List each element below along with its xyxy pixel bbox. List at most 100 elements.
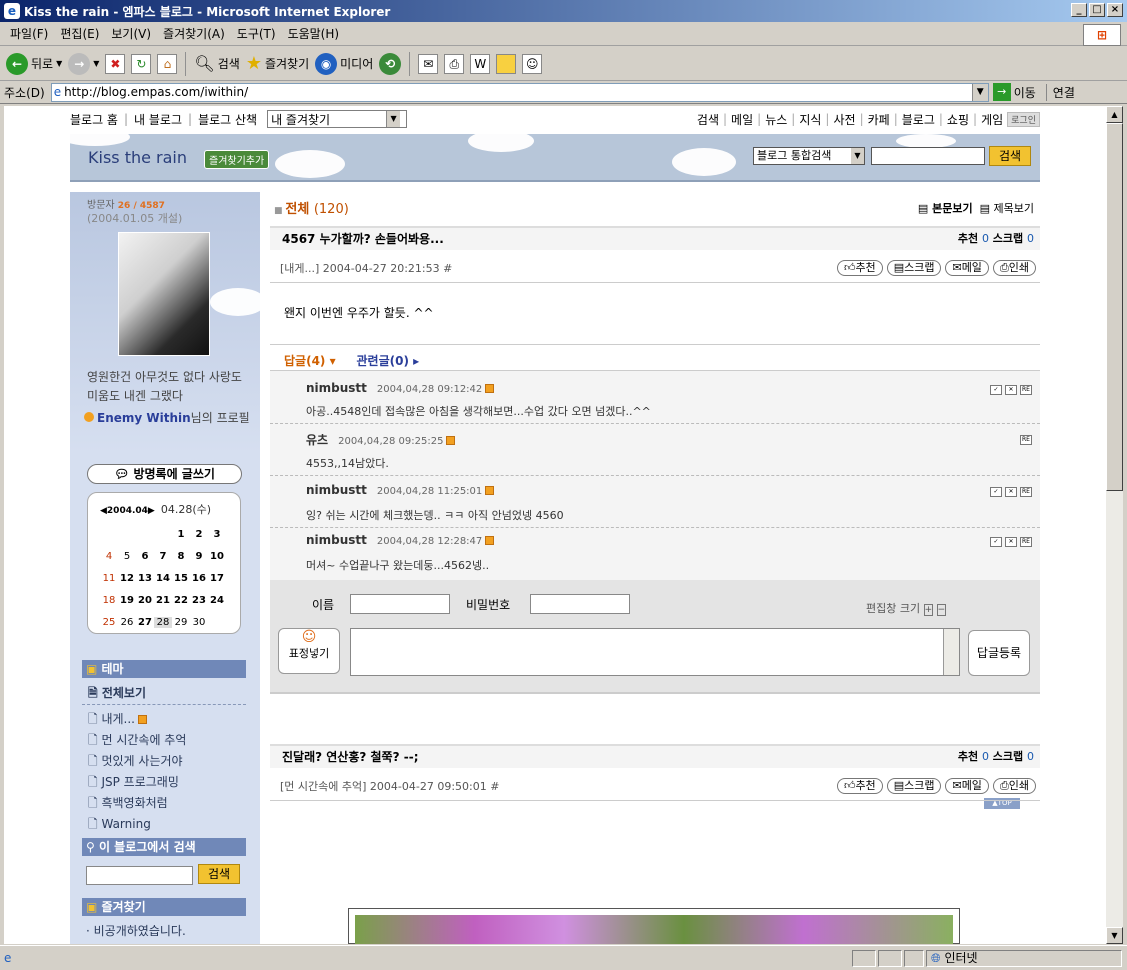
- vertical-scrollbar[interactable]: ▲ ▼: [1106, 106, 1123, 944]
- scrap-button[interactable]: ▤스크랩: [886, 778, 942, 794]
- category-all[interactable]: 🗎 전체보기: [88, 684, 146, 705]
- recommend-button[interactable]: 👍︎추천: [836, 260, 883, 276]
- calendar-day[interactable]: 16: [190, 573, 208, 584]
- guestbook-button[interactable]: 💬︎ 방명록에 글쓰기: [87, 464, 242, 484]
- nav-cafe[interactable]: 카페: [868, 111, 890, 128]
- address-dropdown[interactable]: ▼: [971, 83, 988, 101]
- calendar-day[interactable]: 18: [100, 595, 118, 606]
- go-button[interactable]: → 이동: [992, 83, 1036, 101]
- calendar-day[interactable]: 20: [136, 595, 154, 606]
- refresh-icon[interactable]: ↻: [131, 53, 152, 74]
- nav-mail[interactable]: 메일: [731, 111, 753, 128]
- check-icon[interactable]: ✓: [990, 487, 1002, 497]
- mail-button[interactable]: ✉메일: [945, 260, 989, 276]
- minimize-button[interactable]: _: [1071, 3, 1087, 17]
- calendar-day[interactable]: 21: [154, 595, 172, 606]
- nav-my-blog[interactable]: 내 블로그: [134, 111, 182, 128]
- post-title[interactable]: 진달래? 연산홍? 철쭉? --;: [282, 750, 419, 764]
- calendar-day[interactable]: 23: [190, 595, 208, 606]
- close-button[interactable]: ×: [1107, 3, 1123, 17]
- calendar-day[interactable]: 4: [100, 551, 118, 562]
- history-icon[interactable]: ⟲: [379, 52, 402, 75]
- reply-icon[interactable]: RE: [1020, 487, 1032, 497]
- scroll-thumb[interactable]: [1106, 123, 1123, 491]
- print-button[interactable]: ⎙인쇄: [992, 778, 1036, 794]
- delete-icon[interactable]: ✕: [1005, 537, 1017, 547]
- post-title[interactable]: 4567 누가할까? 손들어봐용...: [282, 232, 444, 246]
- calendar-day[interactable]: 22: [172, 595, 190, 606]
- calendar-day[interactable]: 1: [172, 529, 190, 540]
- recommend-button[interactable]: 👍︎추천: [836, 778, 883, 794]
- reply-icon[interactable]: RE: [1020, 385, 1032, 395]
- calendar-day[interactable]: 17: [208, 573, 226, 584]
- name-input[interactable]: [350, 594, 450, 614]
- scrap-button[interactable]: ▤스크랩: [886, 260, 942, 276]
- favorites-select[interactable]: 내 즐겨찾기 ▼: [267, 110, 408, 128]
- reply-textarea[interactable]: [350, 628, 960, 676]
- notes-icon[interactable]: [496, 53, 517, 74]
- calendar-day[interactable]: 27: [136, 617, 154, 628]
- nav-blog-walk[interactable]: 블로그 산책: [198, 111, 257, 128]
- calendar-day[interactable]: 19: [118, 595, 136, 606]
- print-icon[interactable]: ⎙: [444, 53, 465, 74]
- calendar-day[interactable]: 28: [154, 616, 172, 628]
- nav-game[interactable]: 게임: [981, 111, 1003, 128]
- menu-file[interactable]: 파일(F): [4, 25, 54, 42]
- print-button[interactable]: ⎙인쇄: [992, 260, 1036, 276]
- calendar-day[interactable]: 30: [190, 617, 208, 628]
- nav-knowledge[interactable]: 지식: [799, 111, 821, 128]
- banner-search-input[interactable]: [871, 147, 985, 165]
- nav-dictionary[interactable]: 사전: [833, 111, 855, 128]
- nav-blog[interactable]: 블로그: [902, 111, 935, 128]
- calendar-day[interactable]: 10: [208, 551, 226, 562]
- calendar-day[interactable]: 25: [100, 617, 118, 628]
- menu-favorites[interactable]: 즐겨찾기(A): [157, 25, 231, 42]
- links-button[interactable]: 연결: [1045, 83, 1075, 101]
- calendar-day[interactable]: 6: [136, 551, 154, 562]
- view-body-button[interactable]: ▤ 본문보기: [918, 202, 973, 215]
- login-button[interactable]: 로그인: [1007, 111, 1040, 127]
- nav-news[interactable]: 뉴스: [765, 111, 787, 128]
- nav-blog-home[interactable]: 블로그 홈: [70, 111, 118, 128]
- menu-tools[interactable]: 도구(T): [231, 25, 282, 42]
- calendar-day[interactable]: 11: [100, 573, 118, 584]
- favorites-button[interactable]: ★ 즐겨찾기: [246, 53, 309, 74]
- category-item[interactable]: 🗋 내게...: [88, 710, 147, 731]
- menu-view[interactable]: 보기(V): [105, 25, 157, 42]
- scroll-up-icon[interactable]: ▲: [1106, 106, 1123, 123]
- calendar-day[interactable]: 5: [118, 551, 136, 562]
- delete-icon[interactable]: ✕: [1005, 385, 1017, 395]
- calendar-day[interactable]: 12: [118, 573, 136, 584]
- category-item[interactable]: 🗋 흑백영화처럼: [88, 794, 168, 815]
- profile-link[interactable]: Enemy Within님의 프로필: [84, 410, 254, 426]
- emoticon-button[interactable]: ☺ 표정넣기: [278, 628, 340, 674]
- check-icon[interactable]: ✓: [990, 385, 1002, 395]
- calendar-day[interactable]: 9: [190, 551, 208, 562]
- password-input[interactable]: [530, 594, 630, 614]
- calendar-day[interactable]: 29: [172, 617, 190, 628]
- blog-title[interactable]: Kiss the rain: [88, 148, 187, 167]
- calendar-day[interactable]: 26: [118, 617, 136, 628]
- calendar-day[interactable]: 14: [154, 573, 172, 584]
- search-scope-select[interactable]: 블로그 통합검색 ▼: [753, 147, 865, 165]
- reply-icon[interactable]: RE: [1020, 537, 1032, 547]
- reply-icon[interactable]: RE: [1020, 435, 1032, 445]
- minus-icon[interactable]: −: [936, 604, 947, 616]
- calendar-day[interactable]: 13: [136, 573, 154, 584]
- add-favorite-button[interactable]: 즐겨찾기추가: [204, 150, 270, 169]
- category-item[interactable]: 🗋 Warning: [88, 815, 151, 836]
- home-icon[interactable]: ⌂: [157, 53, 178, 74]
- category-item[interactable]: 🗋 먼 시간속에 추억: [88, 731, 186, 752]
- prev-month-icon[interactable]: ◀: [100, 506, 107, 516]
- calendar-day[interactable]: 3: [208, 529, 226, 540]
- menu-edit[interactable]: 편집(E): [54, 25, 105, 42]
- scroll-down-icon[interactable]: ▼: [1106, 927, 1123, 944]
- calendar-day[interactable]: 2: [190, 529, 208, 540]
- submit-reply-button[interactable]: 답글등록: [968, 630, 1030, 676]
- calendar-day[interactable]: 15: [172, 573, 190, 584]
- plus-icon[interactable]: +: [923, 604, 934, 616]
- calendar-day[interactable]: 7: [154, 551, 172, 562]
- related-tab[interactable]: 관련글(0) ▸: [357, 354, 420, 368]
- menu-help[interactable]: 도움말(H): [282, 25, 346, 42]
- calendar-day[interactable]: 8: [172, 551, 190, 562]
